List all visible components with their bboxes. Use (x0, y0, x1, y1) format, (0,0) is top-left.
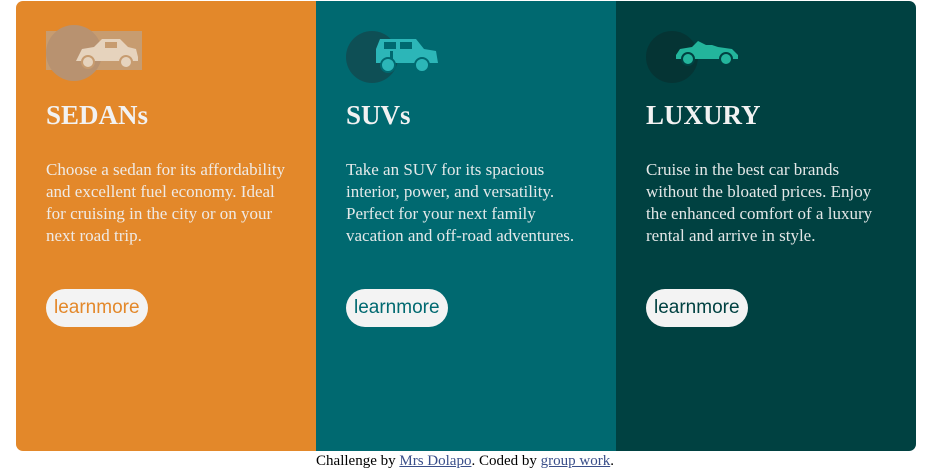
card-description: Cruise in the best car brands without th… (646, 160, 873, 245)
luxury-icon-wrapper (646, 31, 742, 83)
coder-link[interactable]: group work (541, 453, 611, 469)
card-luxury: LUXURY Cruise in the best car brands wit… (616, 1, 916, 451)
cards-container: SEDANs Choose a sedan for its affordabil… (16, 1, 916, 451)
footer-middle: . Coded by (471, 453, 541, 469)
card-suvs: SUVs Take an SUV for its spacious interi… (316, 1, 616, 451)
card-sedans: SEDANs Choose a sedan for its affordabil… (16, 1, 316, 451)
card-title: SEDANs (46, 100, 149, 130)
author-link[interactable]: Mrs Dolapo (399, 453, 471, 469)
card-title: LUXURY (646, 100, 761, 130)
card-title: SUVs (346, 100, 411, 130)
card-description: Choose a sedan for its affordability and… (46, 160, 286, 245)
attribution-footer: Challenge by Mrs Dolapo. Coded by group … (0, 451, 930, 471)
sedan-car-icon (76, 39, 138, 69)
sedan-icon-wrapper (46, 25, 142, 81)
learn-more-button[interactable]: learnmore (346, 289, 448, 327)
footer-suffix: . (610, 453, 614, 469)
card-description: Take an SUV for its spacious interior, p… (346, 160, 575, 245)
learn-more-button[interactable]: learnmore (646, 289, 748, 327)
footer-prefix: Challenge by (316, 453, 400, 469)
suv-icon-wrapper (346, 31, 442, 83)
suv-car-icon (376, 39, 438, 73)
luxury-car-icon (676, 41, 738, 66)
learn-more-button[interactable]: learnmore (46, 289, 148, 327)
